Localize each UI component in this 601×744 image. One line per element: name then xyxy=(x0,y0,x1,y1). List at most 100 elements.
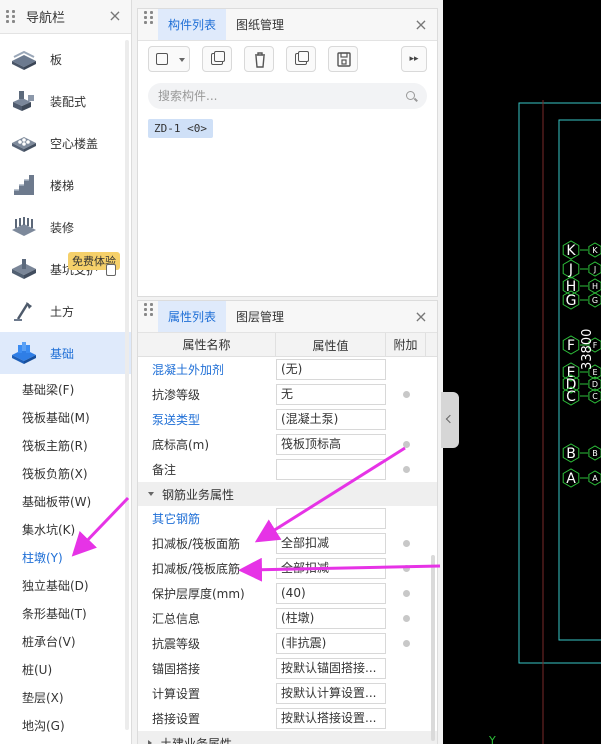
property-extra[interactable] xyxy=(386,466,426,473)
nav-item[interactable]: 桩承台(V) xyxy=(0,628,131,656)
property-name: 计算设置 xyxy=(152,687,201,701)
new-component-button[interactable] xyxy=(148,46,190,72)
property-row[interactable]: 抗震等级 (非抗震) xyxy=(138,631,437,656)
axis-label-small: D xyxy=(592,380,598,389)
nav-item[interactable]: 垫层(X) xyxy=(0,684,131,712)
nav-item[interactable]: 集水坑(K) xyxy=(0,516,131,544)
property-extra[interactable] xyxy=(386,640,426,647)
nav-items: 基础梁(F) 筏板基础(M) 筏板主筋(R) 筏板负筋(X) 基础板带(W) 集… xyxy=(0,374,131,740)
property-row[interactable]: 计算设置 按默认计算设置... xyxy=(138,681,437,706)
close-icon[interactable]: × xyxy=(107,8,123,24)
property-extra[interactable] xyxy=(386,615,426,622)
property-value-field[interactable]: (非抗震) xyxy=(276,633,386,654)
panel-collapse-button[interactable] xyxy=(441,392,459,448)
drag-grip-icon[interactable] xyxy=(144,301,158,317)
property-row[interactable]: 扣减板/筏板面筋 全部扣减 xyxy=(138,531,437,556)
axis-label-small: K xyxy=(592,246,598,255)
delete-button[interactable] xyxy=(244,46,274,72)
axis-label: F xyxy=(567,338,575,354)
extra-checkbox[interactable] xyxy=(402,540,410,547)
nav-item[interactable]: 筏板主筋(R) xyxy=(0,432,131,460)
property-row[interactable]: 汇总信息 (柱墩) xyxy=(138,606,437,631)
property-extra[interactable] xyxy=(386,441,426,448)
group-rebar-properties[interactable]: 钢筋业务属性 xyxy=(138,482,437,506)
drag-grip-icon[interactable] xyxy=(144,9,158,25)
property-extra[interactable] xyxy=(386,565,426,572)
more-icon[interactable]: ▸▸ xyxy=(401,46,427,72)
nav-category-slab[interactable]: 板 xyxy=(0,38,131,80)
tab-drawing-management[interactable]: 图纸管理 xyxy=(226,9,294,40)
group-civil-properties[interactable]: 土建业务属性 xyxy=(138,731,437,744)
drawing-svg: K KJ JH HG GF FE ED DC CB BA A 33800 Y xyxy=(488,100,601,744)
search-input[interactable] xyxy=(148,83,388,109)
nav-category-decoration[interactable]: 装修 xyxy=(0,206,131,248)
property-value-field[interactable]: 按默认计算设置... xyxy=(276,683,386,704)
property-extra[interactable] xyxy=(386,590,426,597)
property-value-field[interactable]: 筏板顶标高 xyxy=(276,434,386,455)
nav-item[interactable]: 基础梁(F) xyxy=(0,376,131,404)
nav-category-prefab[interactable]: 装配式 xyxy=(0,80,131,122)
property-scrollbar[interactable] xyxy=(431,555,435,741)
extra-checkbox[interactable] xyxy=(402,615,410,622)
nav-category-pit-support[interactable]: 基坑支护 免费体验 xyxy=(0,248,131,290)
copy-button[interactable] xyxy=(202,46,232,72)
extra-checkbox[interactable] xyxy=(402,565,410,572)
property-extra[interactable] xyxy=(386,540,426,547)
property-extra[interactable] xyxy=(386,391,426,398)
property-row[interactable]: 底标高(m) 筏板顶标高 xyxy=(138,432,437,457)
close-icon[interactable]: × xyxy=(413,309,429,325)
property-row[interactable]: 搭接设置 按默认搭接设置... xyxy=(138,706,437,731)
nav-item[interactable]: 筏板负筋(X) xyxy=(0,460,131,488)
property-value-field[interactable]: (无) xyxy=(276,359,386,380)
close-icon[interactable]: × xyxy=(413,17,429,33)
property-value-field[interactable]: 全部扣减 xyxy=(276,558,386,579)
property-value-field[interactable]: (柱墩) xyxy=(276,608,386,629)
tab-layer-management[interactable]: 图层管理 xyxy=(226,301,294,332)
nav-item[interactable]: 桩(U) xyxy=(0,656,131,684)
nav-item[interactable]: 地沟(G) xyxy=(0,712,131,740)
extra-checkbox[interactable] xyxy=(402,640,410,647)
extra-checkbox[interactable] xyxy=(402,391,410,398)
nav-scrollbar[interactable] xyxy=(125,40,129,730)
property-value-field[interactable]: 按默认搭接设置... xyxy=(276,708,386,729)
nav-category-hollow-floor[interactable]: 空心楼盖 xyxy=(0,122,131,164)
drawing-canvas[interactable]: KKJJHHGGFFEEDDCCBBAA 33800 Y xyxy=(443,0,601,744)
tab-component-list[interactable]: 构件列表 xyxy=(158,9,227,40)
search-icon[interactable] xyxy=(406,91,415,100)
tab-property-list[interactable]: 属性列表 xyxy=(158,301,227,332)
nav-item[interactable]: 基础板带(W) xyxy=(0,488,131,516)
property-row[interactable]: 泵送类型 (混凝土泵) xyxy=(138,407,437,432)
property-row[interactable]: 混凝土外加剂 (无) xyxy=(138,357,437,382)
nav-category-stairs[interactable]: 楼梯 xyxy=(0,164,131,206)
property-row[interactable]: 备注 xyxy=(138,457,437,482)
property-value-field[interactable]: 无 xyxy=(276,384,386,405)
nav-item[interactable]: 条形基础(T) xyxy=(0,600,131,628)
chevron-down-icon xyxy=(179,58,185,62)
property-value-field[interactable]: (40) xyxy=(276,583,386,604)
property-row[interactable]: 抗渗等级 无 xyxy=(138,382,437,407)
property-value-field[interactable]: 按默认锚固搭接... xyxy=(276,658,386,679)
save-template-button[interactable] xyxy=(328,46,358,72)
property-row[interactable]: 保护层厚度(mm) (40) xyxy=(138,581,437,606)
component-tabs: 构件列表 图纸管理 × xyxy=(138,9,437,41)
property-value-field[interactable]: 全部扣减 xyxy=(276,533,386,554)
property-row[interactable]: 扣减板/筏板底筋 全部扣减 xyxy=(138,556,437,581)
extra-checkbox[interactable] xyxy=(402,466,410,473)
drag-grip-icon[interactable] xyxy=(6,9,20,25)
property-value-field[interactable] xyxy=(276,508,386,529)
extra-checkbox[interactable] xyxy=(402,590,410,597)
nav-item[interactable]: 独立基础(D) xyxy=(0,572,131,600)
nav-item[interactable]: 筏板基础(M) xyxy=(0,404,131,432)
duplicate-layer-button[interactable] xyxy=(286,46,316,72)
extra-checkbox[interactable] xyxy=(402,441,410,448)
component-item[interactable]: ZD-1 <0> xyxy=(148,119,213,138)
nav-item-pier-cap[interactable]: 柱墩(Y) xyxy=(0,544,131,572)
property-value-field[interactable]: (混凝土泵) xyxy=(276,409,386,430)
nav-category-foundation[interactable]: 基础 xyxy=(0,332,131,374)
property-name: 抗渗等级 xyxy=(152,388,201,402)
property-value-field[interactable] xyxy=(276,459,386,480)
property-row[interactable]: 锚固搭接 按默认锚固搭接... xyxy=(138,656,437,681)
nav-category-earthwork[interactable]: 土方 xyxy=(0,290,131,332)
property-row[interactable]: 其它钢筋 xyxy=(138,506,437,531)
axis-label-small: H xyxy=(592,282,598,291)
